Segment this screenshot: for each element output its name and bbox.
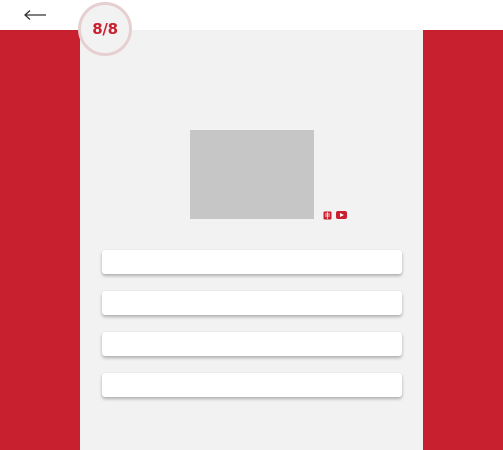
quiz-screen: 8/8 bbox=[0, 0, 503, 450]
answer-option-2[interactable] bbox=[102, 291, 402, 315]
top-bar bbox=[0, 0, 503, 30]
back-button[interactable] bbox=[22, 6, 48, 24]
video-play-icon[interactable] bbox=[336, 211, 347, 219]
left-side-band bbox=[0, 30, 80, 450]
answer-option-1[interactable] bbox=[102, 250, 402, 274]
answer-option-3[interactable] bbox=[102, 332, 402, 356]
media-links bbox=[323, 210, 347, 220]
answer-option-4[interactable] bbox=[102, 373, 402, 397]
progress-badge: 8/8 bbox=[78, 2, 132, 56]
arrow-left-icon bbox=[24, 10, 46, 20]
right-side-band bbox=[423, 30, 503, 450]
question-image-placeholder bbox=[190, 130, 314, 219]
book-icon[interactable] bbox=[323, 211, 332, 220]
progress-counter: 8/8 bbox=[92, 20, 118, 38]
